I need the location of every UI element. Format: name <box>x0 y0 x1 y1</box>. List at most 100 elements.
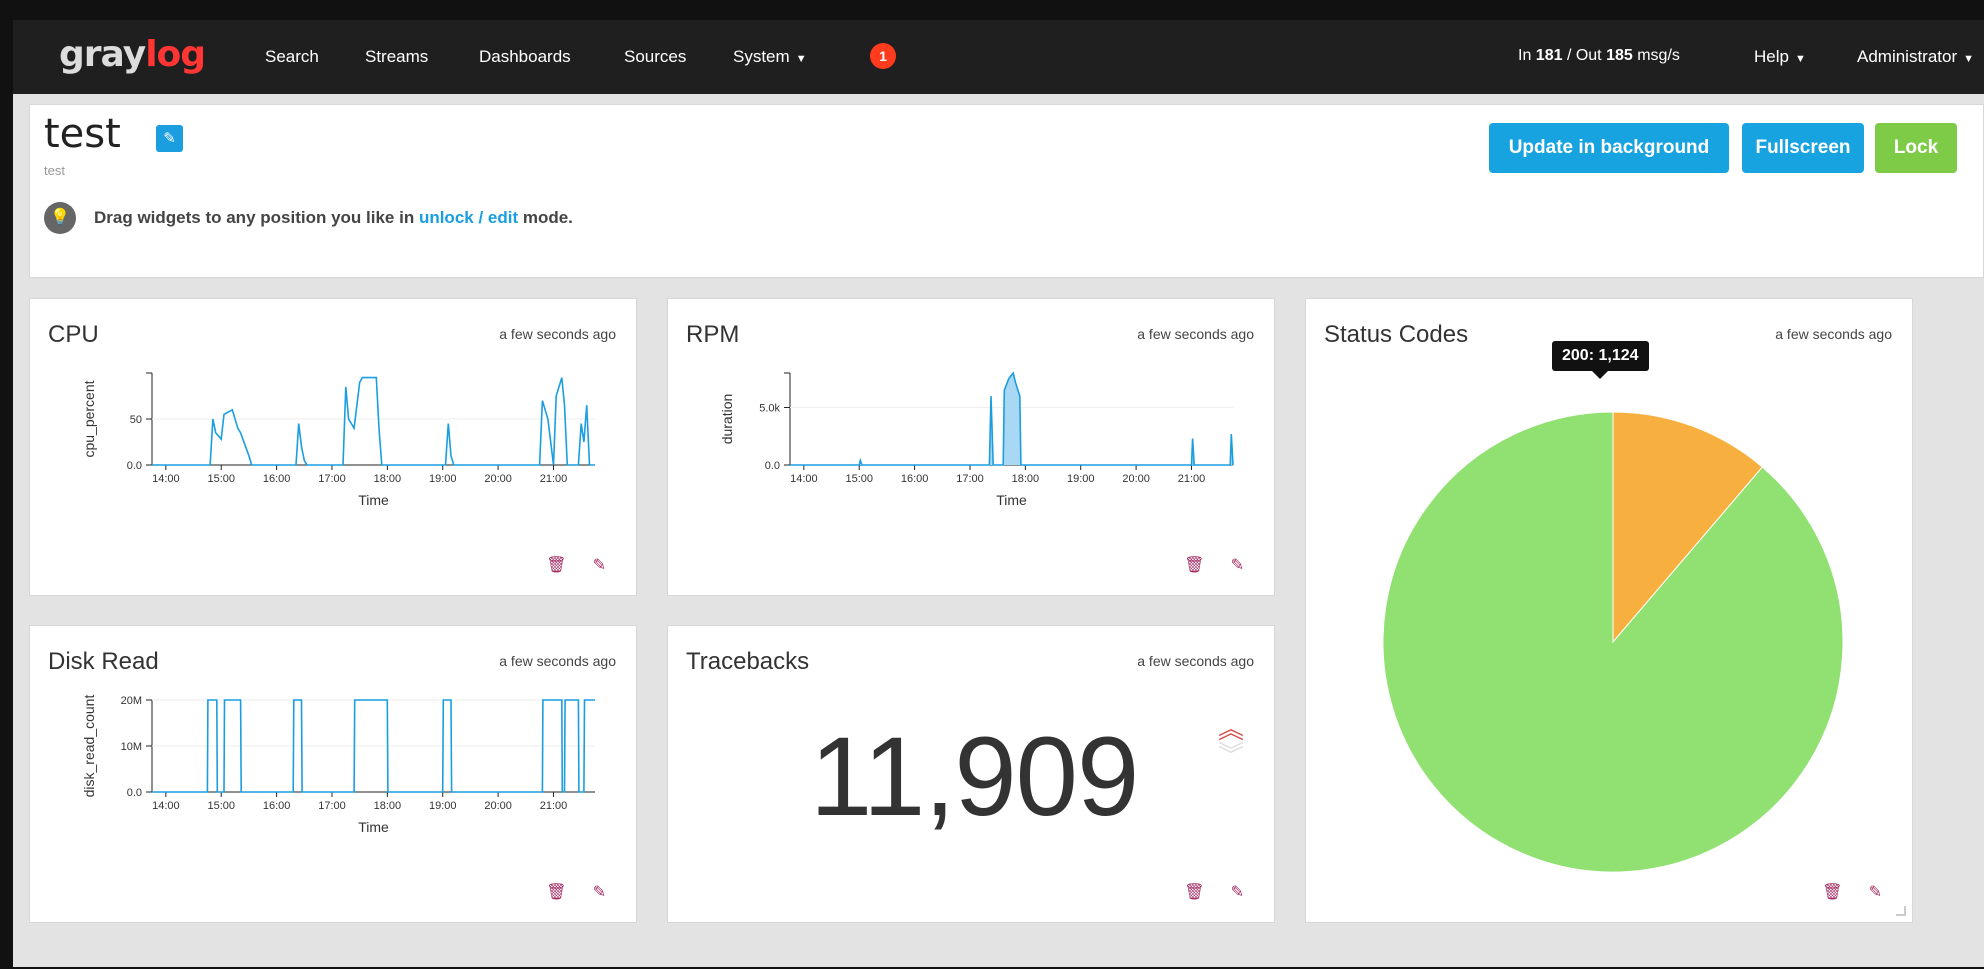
x-tick-label: 18:00 <box>374 473 402 485</box>
throughput-unit: msg/s <box>1632 47 1680 64</box>
rpm-area-chart: 0.0 5.0k 14:00 15:00 16:00 17:00 18:00 19:00 20:… <box>719 371 1234 508</box>
pencil-icon[interactable]: ✎ <box>1869 882 1882 902</box>
throughput-out-label: / Out <box>1562 47 1607 64</box>
x-tick-label: 19:00 <box>429 473 457 485</box>
x-axis-label: Time <box>358 492 389 508</box>
x-tick-label: 20:00 <box>484 473 512 485</box>
widget-actions: 🗑 ✎ <box>1184 882 1244 902</box>
widget-title: Tracebacks <box>686 648 810 675</box>
nav-user-menu[interactable]: Administrator ▼ <box>1857 47 1974 67</box>
trash-icon[interactable]: 🗑 <box>1184 882 1204 902</box>
y-axis-label: cpu_percent <box>81 380 97 457</box>
widget-actions: 🗑 ✎ <box>546 555 606 575</box>
lock-button[interactable]: Lock <box>1875 123 1957 173</box>
pencil-icon[interactable]: ✎ <box>593 555 606 575</box>
trash-icon[interactable]: 🗑 <box>1184 555 1204 575</box>
widget-title: CPU <box>48 321 99 348</box>
y-tick-label: 50 <box>130 414 142 426</box>
x-tick-label: 21:00 <box>540 800 568 812</box>
nav-system[interactable]: System ▼ <box>733 47 807 67</box>
widget-actions: 🗑 ✎ <box>1822 882 1882 902</box>
x-tick-label: 15:00 <box>207 800 235 812</box>
nav-help-label: Help <box>1754 47 1789 66</box>
throughput-in-value: 181 <box>1535 47 1563 64</box>
x-tick-label: 15:00 <box>845 473 873 485</box>
x-tick-label: 21:00 <box>540 473 568 485</box>
status-codes-pie-chart <box>1382 411 1844 873</box>
widget-title: Disk Read <box>48 648 159 675</box>
x-tick-label: 17:00 <box>318 800 346 812</box>
x-tick-label: 14:00 <box>790 473 818 485</box>
trash-icon[interactable]: 🗑 <box>1822 882 1842 902</box>
top-navbar: graylog Search Streams Dashboards Source… <box>13 20 1984 94</box>
trend-indicator: ︽ ︾ <box>1218 716 1244 768</box>
dashboard-header: test ✎ test 💡 Drag widgets to any positi… <box>29 104 1984 278</box>
x-tick-label: 16:00 <box>263 473 291 485</box>
dashboard-description: test <box>44 163 65 178</box>
nav-user-label: Administrator <box>1857 47 1958 66</box>
pencil-icon[interactable]: ✎ <box>1231 555 1244 575</box>
pencil-icon[interactable]: ✎ <box>593 882 606 902</box>
widget-rpm[interactable]: RPM a few seconds ago 0.0 5.0k 14:00 15:00 1… <box>667 298 1275 596</box>
pencil-icon[interactable]: ✎ <box>1231 882 1244 902</box>
nav-streams[interactable]: Streams <box>365 47 428 67</box>
unlock-edit-link[interactable]: unlock / edit <box>419 208 518 227</box>
series-area <box>790 373 1233 465</box>
widget-updated-time: a few seconds ago <box>499 653 616 669</box>
pie-slice-other <box>1382 411 1844 873</box>
fullscreen-button[interactable]: Fullscreen <box>1742 123 1864 173</box>
widget-cpu[interactable]: CPU a few seconds ago 0.0 50 14:00 15:00 16:… <box>29 298 637 596</box>
lightbulb-icon: 💡 <box>44 202 76 234</box>
nav-system-label: System <box>733 47 790 66</box>
edit-title-button[interactable]: ✎ <box>156 125 183 152</box>
widget-updated-time: a few seconds ago <box>1775 326 1892 342</box>
x-tick-label: 20:00 <box>1122 473 1150 485</box>
widget-title: RPM <box>686 321 740 348</box>
nav-help[interactable]: Help ▼ <box>1754 47 1806 67</box>
y-tick-label: 0.0 <box>127 460 142 472</box>
widget-tracebacks[interactable]: Tracebacks a few seconds ago 11,909 ︽ ︾ … <box>667 625 1275 923</box>
logo-text-part2: log <box>145 34 206 75</box>
x-tick-label: 14:00 <box>152 800 180 812</box>
nav-search[interactable]: Search <box>265 47 319 67</box>
nav-dashboards[interactable]: Dashboards <box>479 47 571 67</box>
x-tick-label: 18:00 <box>1012 473 1040 485</box>
widget-disk-read[interactable]: Disk Read a few seconds ago 0.0 10M 20M 14:… <box>29 625 637 923</box>
widget-status-codes[interactable]: Status Codes a few seconds ago 200: 1,12… <box>1305 298 1913 923</box>
x-tick-label: 17:00 <box>318 473 346 485</box>
series-line <box>152 376 595 466</box>
update-in-background-button[interactable]: Update in background <box>1489 123 1729 173</box>
x-tick-label: 16:00 <box>901 473 929 485</box>
edit-mode-hint: 💡 Drag widgets to any position you like … <box>44 201 573 235</box>
widget-actions: 🗑 ✎ <box>546 882 606 902</box>
trash-icon[interactable]: 🗑 <box>546 882 566 902</box>
disk-read-line-chart: 0.0 10M 20M 14:00 15:00 16:00 17:00 18:00 19:00 2… <box>81 695 595 835</box>
y-tick-label: 20M <box>121 695 142 707</box>
trash-icon[interactable]: 🗑 <box>546 555 566 575</box>
nav-sources[interactable]: Sources <box>624 47 686 67</box>
y-axis-label: disk_read_count <box>81 695 97 798</box>
notification-badge[interactable]: 1 <box>870 43 896 69</box>
widget-updated-time: a few seconds ago <box>1137 653 1254 669</box>
x-axis-label: Time <box>358 819 389 835</box>
y-tick-label: 0.0 <box>765 460 780 472</box>
dashboard-title: test <box>44 111 121 157</box>
resize-handle[interactable] <box>1896 906 1906 916</box>
y-tick-label: 5.0k <box>759 403 780 415</box>
throughput-indicator: In 181 / Out 185 msg/s <box>1518 47 1680 65</box>
widget-updated-time: a few seconds ago <box>1137 326 1254 342</box>
widget-actions: 🗑 ✎ <box>1184 555 1244 575</box>
pencil-icon: ✎ <box>163 130 176 147</box>
trend-up-icon: ︽ <box>1218 714 1245 744</box>
x-tick-label: 19:00 <box>1067 473 1095 485</box>
widget-updated-time: a few seconds ago <box>499 326 616 342</box>
throughput-in-label: In <box>1518 47 1536 64</box>
widget-title: Status Codes <box>1324 321 1469 348</box>
trend-down-icon: ︾ <box>1218 740 1245 770</box>
hint-suffix: mode. <box>518 208 573 227</box>
y-axis-label: duration <box>719 394 735 445</box>
graylog-logo[interactable]: graylog <box>59 34 206 75</box>
hint-text: Drag widgets to any position you like in… <box>94 208 573 228</box>
x-tick-label: 15:00 <box>207 473 235 485</box>
tracebacks-count: 11,909 <box>810 714 1139 839</box>
